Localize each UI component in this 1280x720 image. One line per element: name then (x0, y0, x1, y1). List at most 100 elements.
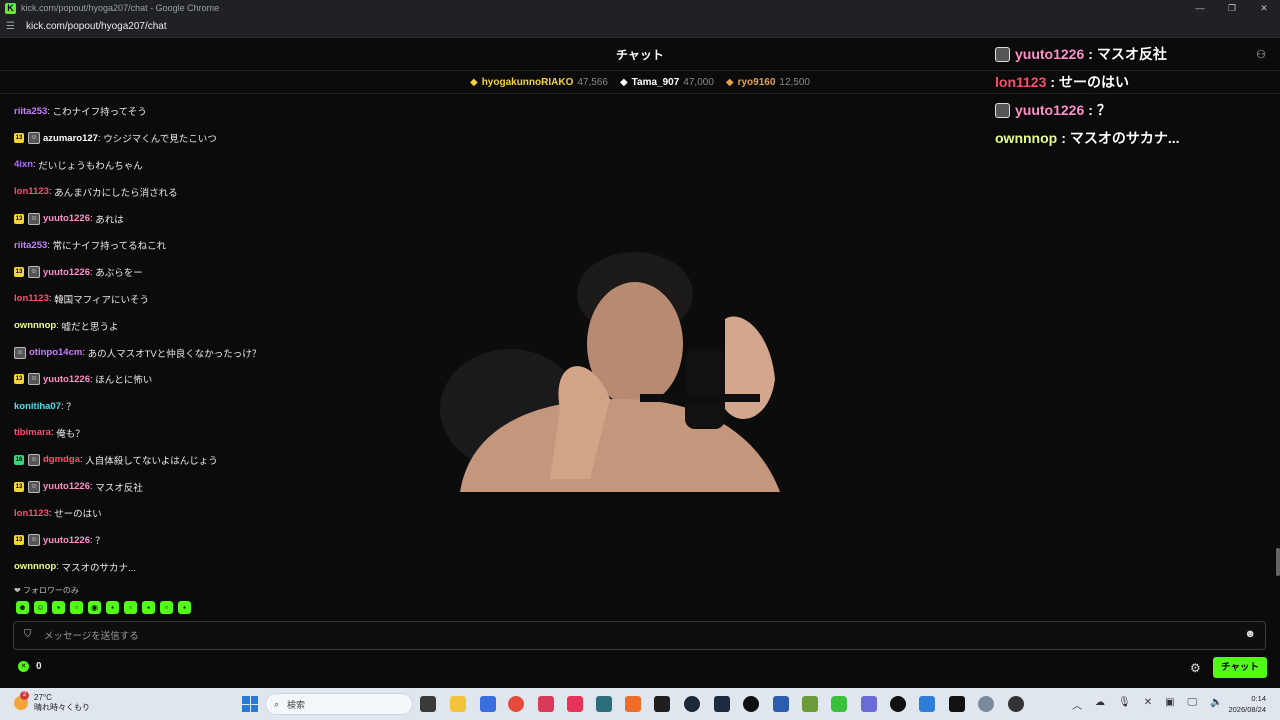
leaderboard-entry[interactable]: ◆ hyogakunnoRIAKO 47,566 (470, 77, 608, 88)
leader-points: 47,000 (683, 77, 714, 88)
app-icon[interactable] (714, 696, 730, 712)
overlay-username: yuuto1226 (1015, 102, 1085, 118)
emote-icon[interactable]: ▫ (70, 601, 83, 614)
tiktok-icon[interactable] (567, 696, 583, 712)
chat-username[interactable]: 4ixn (14, 159, 33, 170)
chat-username[interactable]: yuuto1226 (43, 535, 90, 546)
line-icon[interactable] (831, 696, 847, 712)
avatar-badge-icon: ☺ (28, 534, 40, 547)
app-icon[interactable] (654, 696, 670, 712)
app-icon[interactable] (919, 696, 935, 712)
app-icon[interactable] (596, 696, 612, 712)
emote-icon[interactable]: ☻ (16, 601, 29, 614)
restore-icon[interactable]: ❐ (1216, 0, 1248, 16)
leader-name: hyogakunnoRIAKO (481, 77, 574, 88)
chrome-icon[interactable] (508, 696, 524, 712)
close-icon[interactable]: ✕ (1144, 697, 1152, 712)
cloud-icon[interactable]: ☁ (1095, 697, 1105, 712)
volume-icon[interactable]: 🔈 (1210, 697, 1222, 712)
emoji-picker-icon[interactable]: ☻ (1244, 628, 1256, 640)
emote-icon[interactable]: ▪ (52, 601, 65, 614)
chat-username[interactable]: azumaro127 (43, 133, 98, 144)
app-icon[interactable] (773, 696, 789, 712)
chat-input-container: ⛉ ☻ (13, 621, 1266, 650)
app-tray-icon[interactable]: ▣ (1165, 697, 1174, 712)
subscriber-badge-icon: 13 (14, 481, 24, 492)
weather-widget[interactable]: 2 27°C 晴れ時々くもり (14, 691, 90, 713)
chevron-up-icon[interactable]: ︿ (1072, 697, 1082, 712)
chat-username[interactable]: lon1123 (14, 508, 49, 519)
microphone-icon[interactable]: 🎙 (1118, 697, 1131, 712)
brave-icon[interactable] (625, 696, 641, 712)
chat-username[interactable]: yuuto1226 (43, 374, 90, 385)
points-icon: ✕ (18, 661, 29, 672)
chat-username[interactable]: ownnnop (14, 320, 56, 331)
app-icon[interactable] (538, 696, 554, 712)
browser-title-bar: K kick.com/popout/hyoga207/chat - Google… (0, 0, 1280, 16)
media-player-icon[interactable] (1008, 696, 1024, 712)
chat-message: riita253: こわナイフ持ってそう (14, 98, 714, 125)
minimize-icon[interactable]: — (1184, 0, 1216, 16)
avatar-badge-icon: ☺ (28, 132, 40, 145)
app-icon[interactable] (949, 696, 965, 712)
chat-scrollbar[interactable] (1276, 548, 1280, 576)
overlay-text: マスオのサカナ... (1069, 130, 1180, 146)
emote-icon[interactable]: ☺ (34, 601, 47, 614)
obs-icon[interactable] (743, 696, 759, 712)
clock-time: 0:14 (1251, 694, 1266, 703)
chat-username[interactable]: dgmdga (43, 454, 80, 465)
site-settings-icon[interactable]: ☰ (6, 21, 20, 32)
avatar-badge-icon (995, 46, 1010, 62)
channel-points[interactable]: ✕ 0 (18, 661, 42, 672)
chat-message: ownnnop: マスオのサカナ... (14, 554, 714, 581)
avatar-badge-icon: ☺ (28, 373, 40, 386)
emote-icon[interactable]: ▫ (160, 601, 173, 614)
chat-username[interactable]: riita253 (14, 106, 47, 117)
network-icon[interactable]: 🖵 (1188, 697, 1198, 712)
chat-username[interactable]: yuuto1226 (43, 267, 90, 278)
chat-username[interactable]: otinpo14cm (29, 347, 82, 358)
settings-icon[interactable] (978, 696, 994, 712)
address-bar[interactable]: ☰ kick.com/popout/hyoga207/chat (0, 16, 1280, 38)
heart-icon: ❤ (14, 586, 21, 595)
start-button-icon[interactable] (242, 696, 258, 712)
weather-icon: 2 (14, 691, 29, 710)
task-view-icon[interactable] (420, 696, 436, 712)
search-placeholder: 検索 (287, 699, 306, 710)
close-icon[interactable]: ✕ (1248, 0, 1280, 16)
emote-icon[interactable]: ◉ (88, 601, 101, 614)
chat-username[interactable]: konitiha07 (14, 401, 61, 412)
steam-icon[interactable] (684, 696, 700, 712)
minecraft-icon[interactable] (802, 696, 818, 712)
taskbar-search[interactable]: ⌕ 検索 (265, 693, 413, 715)
emote-icon[interactable]: ▫ (124, 601, 137, 614)
chat-text: ほんとに怖い (95, 375, 153, 387)
chat-username[interactable]: lon1123 (14, 186, 49, 197)
chat-text: 常にナイフ持ってるねこれ (52, 241, 167, 253)
chat-username[interactable]: yuuto1226 (43, 213, 90, 224)
app-icon[interactable] (480, 696, 496, 712)
emote-icon[interactable]: ▪ (178, 601, 191, 614)
app-icon[interactable] (861, 696, 877, 712)
system-clock[interactable]: 0:14 2026/08/24 (1228, 693, 1266, 715)
emote-icon[interactable]: ▪ (106, 601, 119, 614)
file-explorer-icon[interactable] (450, 696, 466, 712)
overlay-text: マスオ反社 (1096, 46, 1167, 62)
emote-quick-bar: ☻ ☺ ▪ ▫ ◉ ▪ ▫ ▪ ▫ ▪ (16, 601, 191, 614)
chat-message-input[interactable] (44, 626, 1234, 646)
chat-username[interactable]: lon1123 (14, 293, 49, 304)
chat-username[interactable]: ownnnop (14, 561, 56, 572)
unreal-icon[interactable] (890, 696, 906, 712)
chat-username[interactable]: riita253 (14, 240, 47, 251)
leaderboard-entry[interactable]: ◆ ryo9160 12,500 (726, 77, 810, 88)
chat-text: 韓国マフィアにいそう (54, 294, 149, 306)
chat-username[interactable]: tibimara (14, 427, 51, 438)
chat-text: 俺も？ (56, 428, 85, 440)
chat-settings-icon[interactable]: ⚙ (1190, 661, 1201, 675)
send-chat-button[interactable]: チャット (1213, 657, 1267, 678)
leaderboard-entry[interactable]: ◆ Tama_907 47,000 (620, 77, 714, 88)
kick-logo-icon: K (5, 2, 16, 14)
url-text[interactable]: kick.com/popout/hyoga207/chat (26, 21, 167, 32)
chat-username[interactable]: yuuto1226 (43, 481, 90, 492)
emote-icon[interactable]: ▪ (142, 601, 155, 614)
